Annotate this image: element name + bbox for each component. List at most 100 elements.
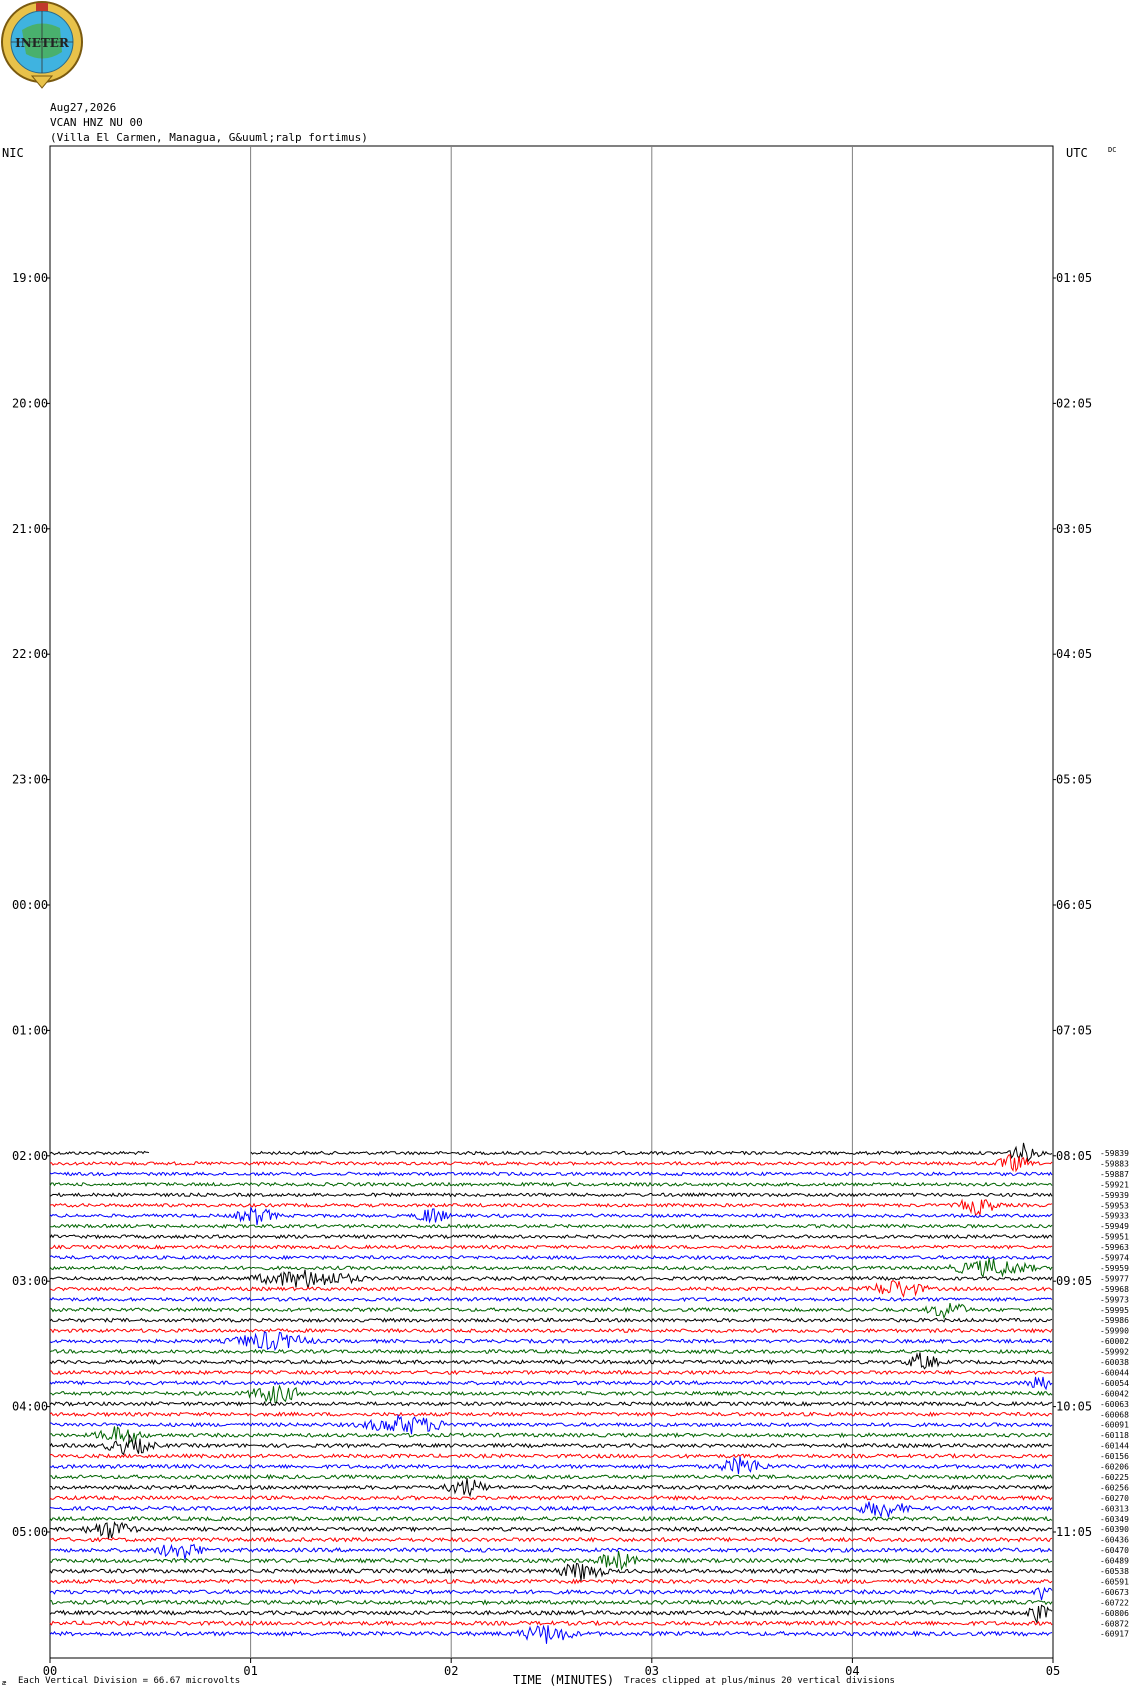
left-hour-label: 21:00 [12, 522, 48, 536]
dc-offset-label: -59995 [1100, 1306, 1129, 1315]
seismic-trace [49, 1494, 1053, 1501]
dc-offset-label: -60054 [1100, 1379, 1129, 1388]
seismic-trace [49, 1257, 1053, 1278]
dc-offset-label: -60489 [1100, 1557, 1129, 1566]
right-hour-label: 03:05 [1056, 522, 1092, 536]
seismic-trace [49, 1254, 1052, 1261]
right-hour-label: 07:05 [1056, 1023, 1092, 1037]
dc-offset-label: -59968 [1100, 1285, 1129, 1294]
seismic-trace [49, 1543, 1053, 1560]
dc-offset-label: -60313 [1100, 1504, 1129, 1513]
dc-offset-label: -60063 [1100, 1400, 1129, 1409]
dc-offset-label: -60044 [1100, 1368, 1129, 1377]
dc-offset-label: -59990 [1100, 1327, 1129, 1336]
seismic-trace [49, 1624, 1053, 1644]
dc-offset-label: -60917 [1100, 1630, 1129, 1639]
seismic-trace [49, 1233, 1053, 1240]
clip-note: Traces clipped at plus/minus 20 vertical… [624, 1676, 895, 1686]
dc-offset-label: -60270 [1100, 1494, 1129, 1503]
seismic-trace [49, 1327, 1053, 1334]
seismic-trace [49, 1501, 1053, 1519]
left-hour-label: 05:00 [12, 1525, 48, 1539]
seismic-trace [49, 1413, 1053, 1435]
right-hour-label: 05:05 [1056, 773, 1092, 787]
seismic-trace [49, 1171, 1053, 1177]
seismic-trace [49, 1330, 1053, 1352]
seismic-trace [49, 1578, 1053, 1585]
dc-offset-label: -60002 [1100, 1337, 1129, 1346]
dc-offset-label: -60872 [1100, 1619, 1129, 1628]
dc-offset-label: -59959 [1100, 1264, 1129, 1273]
seismic-trace [50, 1223, 1053, 1229]
dc-offset-label: -59963 [1100, 1243, 1129, 1252]
dc-offset-label: -59973 [1100, 1295, 1129, 1304]
dc-offset-label: -60436 [1100, 1536, 1129, 1545]
seismic-trace [49, 1604, 1053, 1625]
seismic-trace [49, 1198, 1053, 1217]
seismic-trace [49, 1426, 1053, 1445]
dc-offset-label: -59992 [1100, 1348, 1129, 1357]
seismic-trace [49, 1207, 1053, 1226]
x-tick-label: 01 [243, 1664, 257, 1678]
seismic-trace [49, 1348, 1053, 1355]
dc-offset-label: -60538 [1100, 1567, 1129, 1576]
dc-offset-label: -60349 [1100, 1515, 1129, 1524]
seismic-trace [49, 1550, 1053, 1571]
dc-offset-label: -59949 [1100, 1222, 1129, 1231]
dc-offset-label: -59953 [1100, 1201, 1129, 1210]
seismic-trace [49, 1536, 1053, 1543]
left-hour-label: 20:00 [12, 396, 48, 410]
left-hour-label: 02:00 [12, 1149, 48, 1163]
seismic-trace [49, 1586, 1053, 1601]
seismic-trace [49, 1433, 1053, 1456]
dc-offset-label: -59951 [1100, 1233, 1129, 1242]
x-axis-title: TIME (MINUTES) [513, 1673, 615, 1687]
dc-offset-label: -60806 [1100, 1609, 1129, 1618]
right-hour-label: 04:05 [1056, 647, 1092, 661]
left-hour-label: 00:00 [12, 898, 48, 912]
seismic-trace [49, 1352, 1053, 1370]
seismic-trace [49, 1515, 1053, 1522]
right-hour-label: 01:05 [1056, 271, 1092, 285]
left-hour-label: 01:00 [12, 1023, 48, 1037]
seismic-trace [49, 1369, 1053, 1376]
seismic-trace [49, 1562, 1052, 1582]
right-hour-label: 11:05 [1056, 1525, 1092, 1539]
seismic-trace [49, 1376, 1053, 1391]
seismic-trace [49, 1599, 1053, 1606]
seismic-trace [49, 1384, 1053, 1404]
dc-offset-label: -59986 [1100, 1316, 1129, 1325]
right-hour-label: 02:05 [1056, 396, 1092, 410]
dc-offset-label: -59933 [1100, 1212, 1129, 1221]
dc-offset-label: -59939 [1100, 1191, 1129, 1200]
dc-offset-label: -60144 [1100, 1442, 1129, 1451]
dc-offset-label: -60118 [1100, 1431, 1129, 1440]
seismic-trace [49, 1411, 1053, 1418]
left-hour-label: 19:00 [12, 271, 48, 285]
dc-offset-label: -60038 [1100, 1358, 1129, 1367]
dc-offset-label: -59977 [1100, 1274, 1129, 1283]
left-hour-label: 04:00 [12, 1400, 48, 1414]
dc-offset-label: -60256 [1100, 1483, 1129, 1492]
left-hour-label: 22:00 [12, 647, 48, 661]
seismic-trace [49, 1520, 1053, 1539]
dc-offset-label: -60225 [1100, 1473, 1129, 1482]
seismic-trace [49, 1473, 1053, 1481]
x-tick-label: 02 [444, 1664, 458, 1678]
dc-offset-label: -60722 [1100, 1598, 1129, 1607]
right-hour-label: 10:05 [1056, 1400, 1092, 1414]
seismic-trace [49, 1400, 1053, 1407]
seismic-trace [49, 1142, 1053, 1163]
dc-offset-label: -60091 [1100, 1421, 1129, 1430]
right-hour-label: 09:05 [1056, 1274, 1092, 1288]
seismic-trace [49, 1192, 1053, 1198]
scale-note: Each Vertical Division = 66.67 microvolt… [18, 1676, 241, 1686]
dc-offset-label: -59839 [1100, 1149, 1129, 1158]
left-hour-label: 03:00 [12, 1274, 48, 1288]
footer-glyph: æ [2, 1679, 7, 1687]
left-hour-label: 23:00 [12, 773, 48, 787]
seismic-trace [49, 1181, 1053, 1188]
x-tick-label: 05 [1046, 1664, 1060, 1678]
seismic-trace [49, 1317, 1053, 1323]
helicorder-chart: 00 01 02 03 04 0519:0020:0021:0022:0023:0000:… [12, 145, 1129, 1678]
